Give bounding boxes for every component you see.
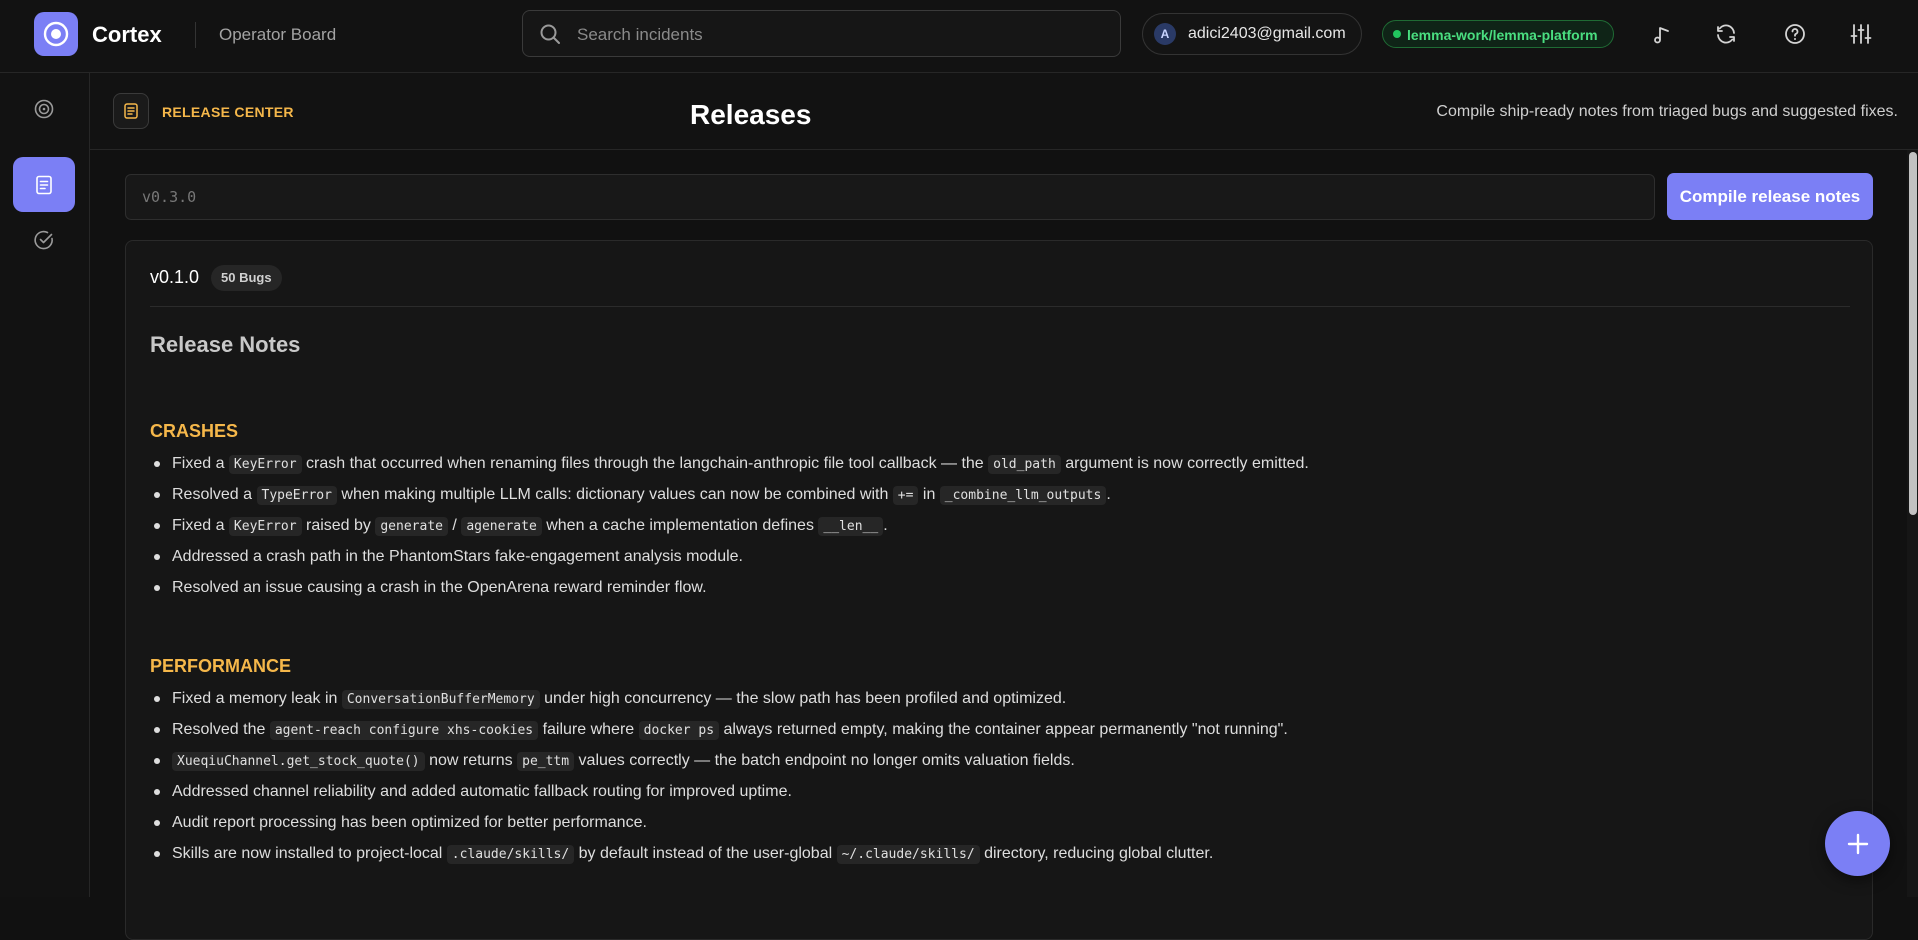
bug-count-badge: 50 Bugs [211, 265, 282, 291]
note-text: Fixed a memory leak in [172, 690, 342, 707]
rail-item-target[interactable] [13, 81, 75, 136]
note-text: argument is now correctly emitted. [1060, 455, 1309, 472]
inline-code: TypeError [256, 486, 337, 505]
rail-item-resolved[interactable] [13, 212, 75, 267]
note-text: always returned empty, making the contai… [719, 721, 1288, 738]
note-text: / [447, 517, 462, 534]
note-text: Fixed a [172, 517, 229, 534]
scrollbar-thumb[interactable] [1909, 152, 1917, 515]
release-note-item: Addressed a crash path in the PhantomSta… [150, 547, 1850, 578]
release-notes-title: Release Notes [150, 332, 301, 357]
page-subtitle: Compile ship-ready notes from triaged bu… [1436, 103, 1898, 120]
performance-list: Fixed a memory leak in ConversationBuffe… [150, 689, 1850, 875]
note-text: Fixed a [172, 455, 229, 472]
inline-code: _combine_llm_outputs [939, 486, 1107, 505]
search-icon [540, 24, 560, 44]
version-input[interactable] [125, 174, 1655, 220]
inline-code: .claude/skills/ [446, 845, 575, 864]
release-note-item: Resolved an issue causing a crash in the… [150, 578, 1850, 609]
note-text: Resolved the [172, 721, 270, 738]
release-note-item: Skills are now installed to project-loca… [150, 844, 1850, 875]
inline-code: XueqiuChannel.get_stock_quote() [172, 752, 425, 771]
release-note-item: Fixed a KeyError raised by generate / ag… [150, 516, 1850, 547]
note-text: Addressed channel reliability and added … [172, 783, 792, 800]
inline-code: ~/.claude/skills/ [836, 845, 980, 864]
top-bar: Cortex Operator Board A adici2403@gmail.… [0, 0, 1918, 73]
note-text: values correctly — the batch endpoint no… [574, 752, 1075, 769]
release-note-item: Resolved a TypeError when making multipl… [150, 485, 1850, 516]
note-text: . [1106, 486, 1111, 503]
note-text: when a cache implementation defines [541, 517, 819, 534]
crashes-list: Fixed a KeyError crash that occurred whe… [150, 454, 1850, 609]
repo-status-dot [1393, 30, 1401, 38]
note-text: by default instead of the user-global [574, 845, 837, 862]
document-icon [36, 175, 52, 194]
settings-sliders-icon[interactable] [1849, 22, 1873, 46]
account-chip[interactable]: A adici2403@gmail.com [1142, 13, 1362, 55]
page-title: Releases [690, 99, 812, 130]
section-kicker: RELEASE CENTER [162, 104, 294, 120]
note-text: under high concurrency — the slow path h… [539, 690, 1067, 707]
left-rail [0, 73, 90, 897]
refresh-icon[interactable] [1714, 22, 1738, 46]
inline-code: old_path [988, 455, 1061, 474]
note-text: directory, reducing global clutter. [979, 845, 1214, 862]
inline-code: generate [375, 517, 448, 536]
compile-release-notes-button[interactable]: Compile release notes [1667, 173, 1873, 220]
release-note-item: Addressed channel reliability and added … [150, 782, 1850, 813]
note-text: now returns [424, 752, 518, 769]
note-text: Resolved a [172, 486, 257, 503]
inline-code: KeyError [228, 455, 302, 474]
release-note-item: Audit report processing has been optimiz… [150, 813, 1850, 844]
release-note-item: Fixed a memory leak in ConversationBuffe… [150, 689, 1850, 720]
brand-divider [195, 22, 196, 48]
check-circle-icon [34, 230, 53, 249]
note-text: raised by [301, 517, 376, 534]
inline-code: agenerate [461, 517, 542, 536]
note-text: when making multiple LLM calls: dictiona… [336, 486, 893, 503]
inline-code: agent-reach configure xhs-cookies [269, 721, 539, 740]
target-icon [34, 99, 54, 118]
music-note-icon[interactable] [1651, 22, 1675, 46]
note-text: failure where [538, 721, 639, 738]
note-text: Addressed a crash path in the PhantomSta… [172, 548, 743, 565]
inline-code: += [892, 486, 919, 505]
section-title-crashes: CRASHES [150, 421, 239, 441]
board-label: Operator Board [219, 25, 337, 44]
help-icon[interactable] [1783, 22, 1807, 46]
note-text: Resolved an issue causing a crash in the… [172, 579, 707, 596]
repo-badge[interactable]: lemma-work/lemma-platform [1382, 20, 1614, 48]
inline-code: pe_ttm [517, 752, 575, 771]
account-email: adici2403@gmail.com [1188, 25, 1346, 42]
note-text: in [918, 486, 940, 503]
target-ring-icon[interactable] [34, 12, 78, 56]
plus-icon [1847, 833, 1868, 854]
inline-code: ConversationBufferMemory [341, 690, 540, 709]
release-card: v0.1.0 50 Bugs Release Notes CRASHES Fix… [125, 240, 1873, 940]
release-version: v0.1.0 [150, 267, 200, 287]
brand-name: Cortex [92, 22, 162, 47]
note-text: . [883, 517, 888, 534]
release-note-item: XueqiuChannel.get_stock_quote() now retu… [150, 751, 1850, 782]
search-input[interactable] [575, 11, 1109, 58]
search-box[interactable] [522, 10, 1121, 58]
release-note-item: Fixed a KeyError crash that occurred whe… [150, 454, 1850, 485]
repo-label: lemma-work/lemma-platform [1407, 27, 1598, 43]
add-button[interactable] [1825, 811, 1890, 876]
inline-code: docker ps [638, 721, 720, 740]
note-text: Audit report processing has been optimiz… [172, 814, 647, 831]
card-divider [150, 306, 1850, 307]
rail-item-releases[interactable] [13, 157, 75, 212]
inline-code: __len__ [818, 517, 884, 536]
avatar: A [1154, 23, 1176, 45]
release-center-icon [113, 93, 149, 129]
inline-code: KeyError [228, 517, 302, 536]
note-text: Skills are now installed to project-loca… [172, 845, 447, 862]
note-text: crash that occurred when renaming files … [301, 455, 989, 472]
section-title-performance: PERFORMANCE [150, 656, 292, 676]
page-header: RELEASE CENTER Releases Compile ship-rea… [90, 73, 1918, 150]
release-note-item: Resolved the agent-reach configure xhs-c… [150, 720, 1850, 751]
